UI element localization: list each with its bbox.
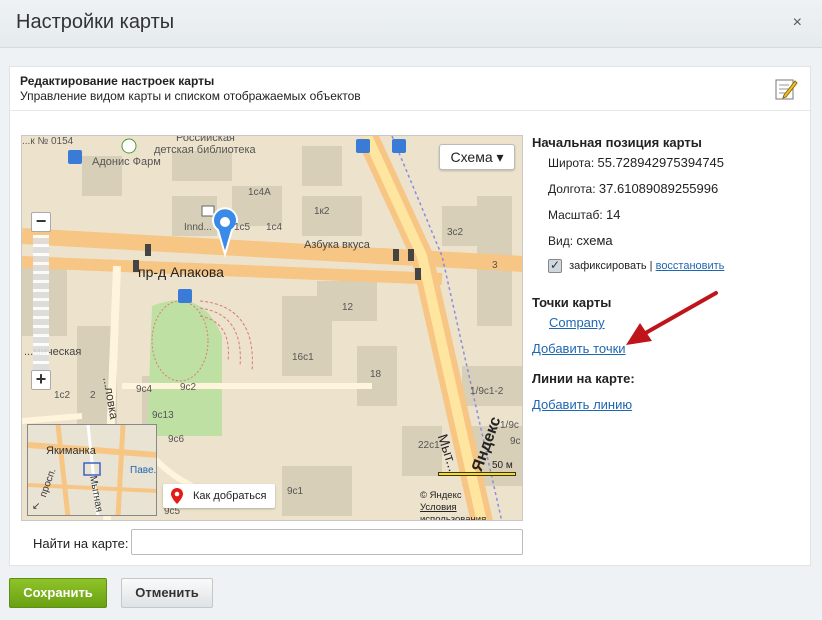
zoom-slider-track[interactable] — [33, 235, 49, 371]
minimap-label: Паве... — [130, 465, 157, 476]
copyright-text: © Яндекс — [420, 490, 462, 501]
map-label: детская библиотека — [154, 144, 256, 156]
search-input[interactable] — [131, 529, 523, 555]
route-label: Как добраться — [193, 490, 267, 502]
lines-heading: Линии на карте: — [532, 371, 635, 386]
map-label: 1с2 — [54, 390, 71, 401]
position-heading: Начальная позиция карты — [532, 135, 702, 150]
zoom-in-button[interactable]: + — [31, 370, 51, 390]
map-label: 3 — [492, 260, 498, 271]
map-label: 1/9с1-2 — [470, 386, 504, 397]
dialog-title: Настройки карты — [16, 11, 175, 33]
terms-link[interactable]: Условия использования — [420, 502, 486, 520]
save-button[interactable]: Сохранить — [9, 578, 107, 608]
points-heading: Точки карты — [532, 295, 612, 310]
location-pin-icon — [171, 488, 183, 504]
map-copyright: © Яндекс Условия использования — [420, 490, 522, 520]
point-item-company[interactable]: Company — [549, 315, 605, 330]
latitude-value: 55.728942975394745 — [597, 155, 725, 170]
settings-panel: Редактирование настроек карты Управление… — [9, 66, 811, 566]
restore-link[interactable]: восстановить — [656, 260, 725, 272]
panel-subtitle: Управление видом карты и списком отображ… — [20, 89, 361, 103]
map-label: 9с1 — [287, 486, 304, 497]
map-label: 1с4 — [266, 222, 283, 233]
panel-header: Редактирование настроек карты Управление… — [10, 67, 810, 111]
panel-title: Редактирование настроек карты — [20, 74, 215, 88]
map-label: 16с1 — [292, 352, 314, 363]
map-label: 9с13 — [152, 410, 174, 421]
dialog-titlebar: Настройки карты × — [0, 0, 822, 48]
longitude-label: Долгота: — [548, 182, 596, 196]
view-label: Вид: — [548, 234, 574, 248]
fix-separator: | — [649, 259, 653, 272]
scale-bar — [438, 472, 516, 476]
map-label: 1к2 — [314, 206, 330, 217]
close-icon[interactable]: × — [793, 14, 802, 32]
cancel-button[interactable]: Отменить — [121, 578, 213, 608]
map-search-row: Найти на карте: — [33, 529, 553, 557]
zoom-value: 14 — [606, 207, 621, 222]
add-line-link[interactable]: Добавить линию — [532, 397, 632, 412]
view-row: Вид: схема — [548, 233, 613, 248]
latitude-label: Широта: — [548, 156, 595, 170]
edit-notepad-icon — [775, 79, 798, 100]
zoom-label: Масштаб: — [548, 208, 603, 222]
map-label: 1с5 — [234, 222, 251, 233]
map-label: ...к № 0154 — [22, 136, 74, 147]
zoom-out-button[interactable]: − — [31, 212, 51, 232]
fix-row: зафиксировать | восстановить — [548, 258, 725, 273]
map-label: 9с4 — [136, 384, 153, 395]
map-street-label: пр-д Апакова — [138, 264, 224, 280]
add-points-link[interactable]: Добавить точки — [532, 341, 626, 356]
latitude-row: Широта: 55.728942975394745 — [548, 155, 724, 170]
map-label: 1с4А — [248, 187, 271, 198]
map-label: 2 — [90, 390, 96, 401]
fix-label: зафиксировать — [569, 259, 647, 272]
map-label: 9с — [510, 436, 521, 447]
longitude-row: Долгота: 37.61089089255996 — [548, 181, 718, 196]
scale-label: 50 м — [492, 460, 513, 471]
view-value: схема — [576, 233, 613, 248]
map-label: 3с2 — [447, 227, 464, 238]
map-label: 18 — [370, 369, 382, 380]
map-view[interactable]: ...к № 0154 Российская детская библиотек… — [21, 135, 523, 521]
map-label: Азбука вкуса — [304, 239, 370, 251]
overview-minimap[interactable]: Якиманка Паве... просп. Мытная ↙ — [27, 424, 157, 516]
map-type-select[interactable]: Схема ▾ — [439, 144, 515, 170]
longitude-value: 37.61089089255996 — [598, 181, 719, 196]
route-button[interactable]: Как добраться — [163, 484, 275, 508]
minimap-label: Якиманка — [46, 445, 96, 457]
map-label: Российская — [176, 135, 235, 144]
map-label: Innd... — [184, 222, 212, 233]
zoom-row: Масштаб: 14 — [548, 207, 621, 222]
search-label: Найти на карте: — [33, 536, 129, 551]
map-label: 12 — [342, 302, 354, 313]
minimap-collapse-icon[interactable]: ↙ — [32, 501, 40, 512]
map-label: 9с6 — [168, 434, 185, 445]
fix-checkbox[interactable] — [548, 258, 562, 273]
annotation-arrow-icon — [626, 291, 718, 345]
map-label: Адонис Фарм — [92, 156, 161, 168]
map-label: 9с2 — [180, 382, 197, 393]
